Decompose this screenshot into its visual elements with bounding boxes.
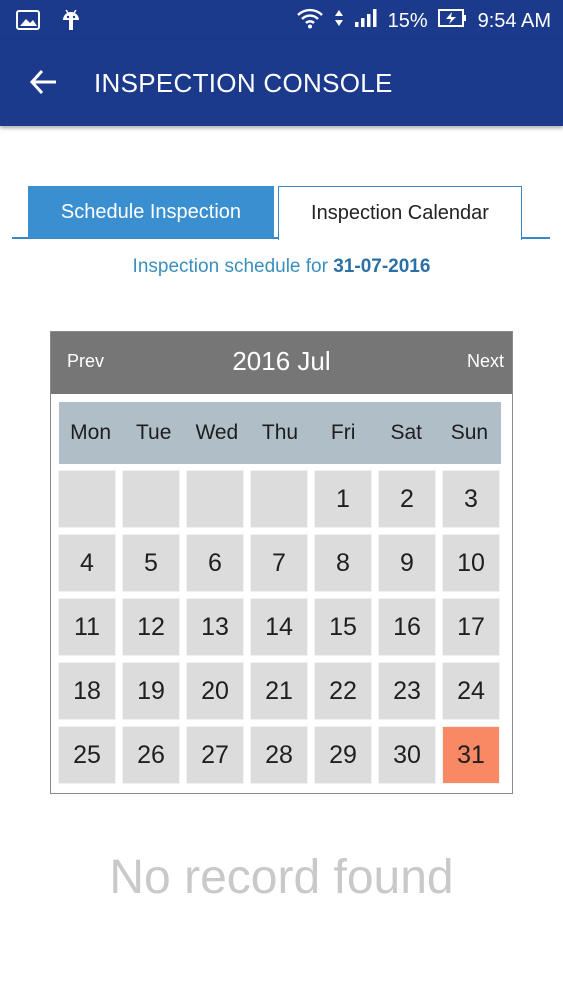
weekday-thu: Thu <box>261 421 299 444</box>
battery-percentage: 15% <box>387 9 428 32</box>
calendar-day-12[interactable]: 12 <box>123 599 179 655</box>
data-arrows-icon <box>334 8 344 34</box>
weekday-tue: Tue <box>136 421 172 444</box>
calendar-day-6[interactable]: 6 <box>187 535 243 591</box>
empty-state-message: No record found <box>109 851 454 904</box>
calendar-day-7[interactable]: 7 <box>251 535 307 591</box>
prev-month-button[interactable]: Prev <box>67 351 104 372</box>
tab-inspection-calendar[interactable]: Inspection Calendar <box>278 186 522 240</box>
wifi-icon <box>296 7 324 35</box>
image-icon <box>16 10 40 35</box>
calendar-day-4[interactable]: 4 <box>59 535 115 591</box>
weekday-fri: Fri <box>330 421 356 444</box>
month-label: 2016 Jul <box>232 346 331 376</box>
calendar-day-20[interactable]: 20 <box>187 663 243 719</box>
arrow-left-icon <box>29 69 56 95</box>
calendar-day-10[interactable]: 10 <box>443 535 499 591</box>
schedule-subtitle: Inspection schedule for 31-07-2016 <box>0 256 563 278</box>
app-bar: INSPECTION CONSOLE <box>0 40 563 126</box>
calendar-day-9[interactable]: 9 <box>379 535 435 591</box>
calendar-day-5[interactable]: 5 <box>123 535 179 591</box>
calendar-day-30[interactable]: 30 <box>379 727 435 783</box>
signal-icon <box>354 8 378 34</box>
next-month-button[interactable]: Next <box>467 351 504 372</box>
calendar: Prev 2016 Jul Next Mon Tue Wed Thu Fri S… <box>50 331 513 794</box>
calendar-day-25[interactable]: 25 <box>59 727 115 783</box>
calendar-day-22[interactable]: 22 <box>315 663 371 719</box>
page-title: INSPECTION CONSOLE <box>94 68 393 98</box>
weekday-sun: Sun <box>450 421 489 444</box>
android-icon <box>60 8 82 37</box>
weekday-header-row: Mon Tue Wed Thu Fri Sat Sun <box>59 402 501 464</box>
calendar-day-27[interactable]: 27 <box>187 727 243 783</box>
calendar-day-11[interactable]: 11 <box>59 599 115 655</box>
calendar-day-29[interactable]: 29 <box>315 727 371 783</box>
status-bar: 15% 9:54 AM <box>0 0 563 40</box>
calendar-day-1[interactable]: 1 <box>315 471 371 527</box>
calendar-day-26[interactable]: 26 <box>123 727 179 783</box>
calendar-day-24[interactable]: 24 <box>443 663 499 719</box>
calendar-day-19[interactable]: 19 <box>123 663 179 719</box>
calendar-day-23[interactable]: 23 <box>379 663 435 719</box>
calendar-day-13[interactable]: 13 <box>187 599 243 655</box>
schedule-date: 31-07-2016 <box>333 256 431 277</box>
status-time: 9:54 AM <box>477 9 551 32</box>
calendar-day-31[interactable]: 31 <box>443 727 499 783</box>
calendar-day-empty <box>187 471 243 527</box>
subtitle-prefix: Inspection schedule for <box>132 256 334 277</box>
calendar-day-17[interactable]: 17 <box>443 599 499 655</box>
calendar-day-18[interactable]: 18 <box>59 663 115 719</box>
weekday-sat: Sat <box>390 421 423 444</box>
calendar-day-empty <box>59 471 115 527</box>
calendar-day-16[interactable]: 16 <box>379 599 435 655</box>
calendar-day-8[interactable]: 8 <box>315 535 371 591</box>
calendar-day-15[interactable]: 15 <box>315 599 371 655</box>
calendar-day-empty <box>251 471 307 527</box>
calendar-day-2[interactable]: 2 <box>379 471 435 527</box>
calendar-day-21[interactable]: 21 <box>251 663 307 719</box>
calendar-day-28[interactable]: 28 <box>251 727 307 783</box>
back-button[interactable] <box>28 66 60 98</box>
calendar-day-3[interactable]: 3 <box>443 471 499 527</box>
battery-charging-icon <box>437 8 468 34</box>
weekday-wed: Wed <box>195 421 239 444</box>
tab-schedule-inspection[interactable]: Schedule Inspection <box>28 186 274 238</box>
weekday-mon: Mon <box>70 421 111 444</box>
calendar-day-empty <box>123 471 179 527</box>
calendar-day-14[interactable]: 14 <box>251 599 307 655</box>
calendar-header: Prev 2016 Jul Next <box>51 332 512 394</box>
